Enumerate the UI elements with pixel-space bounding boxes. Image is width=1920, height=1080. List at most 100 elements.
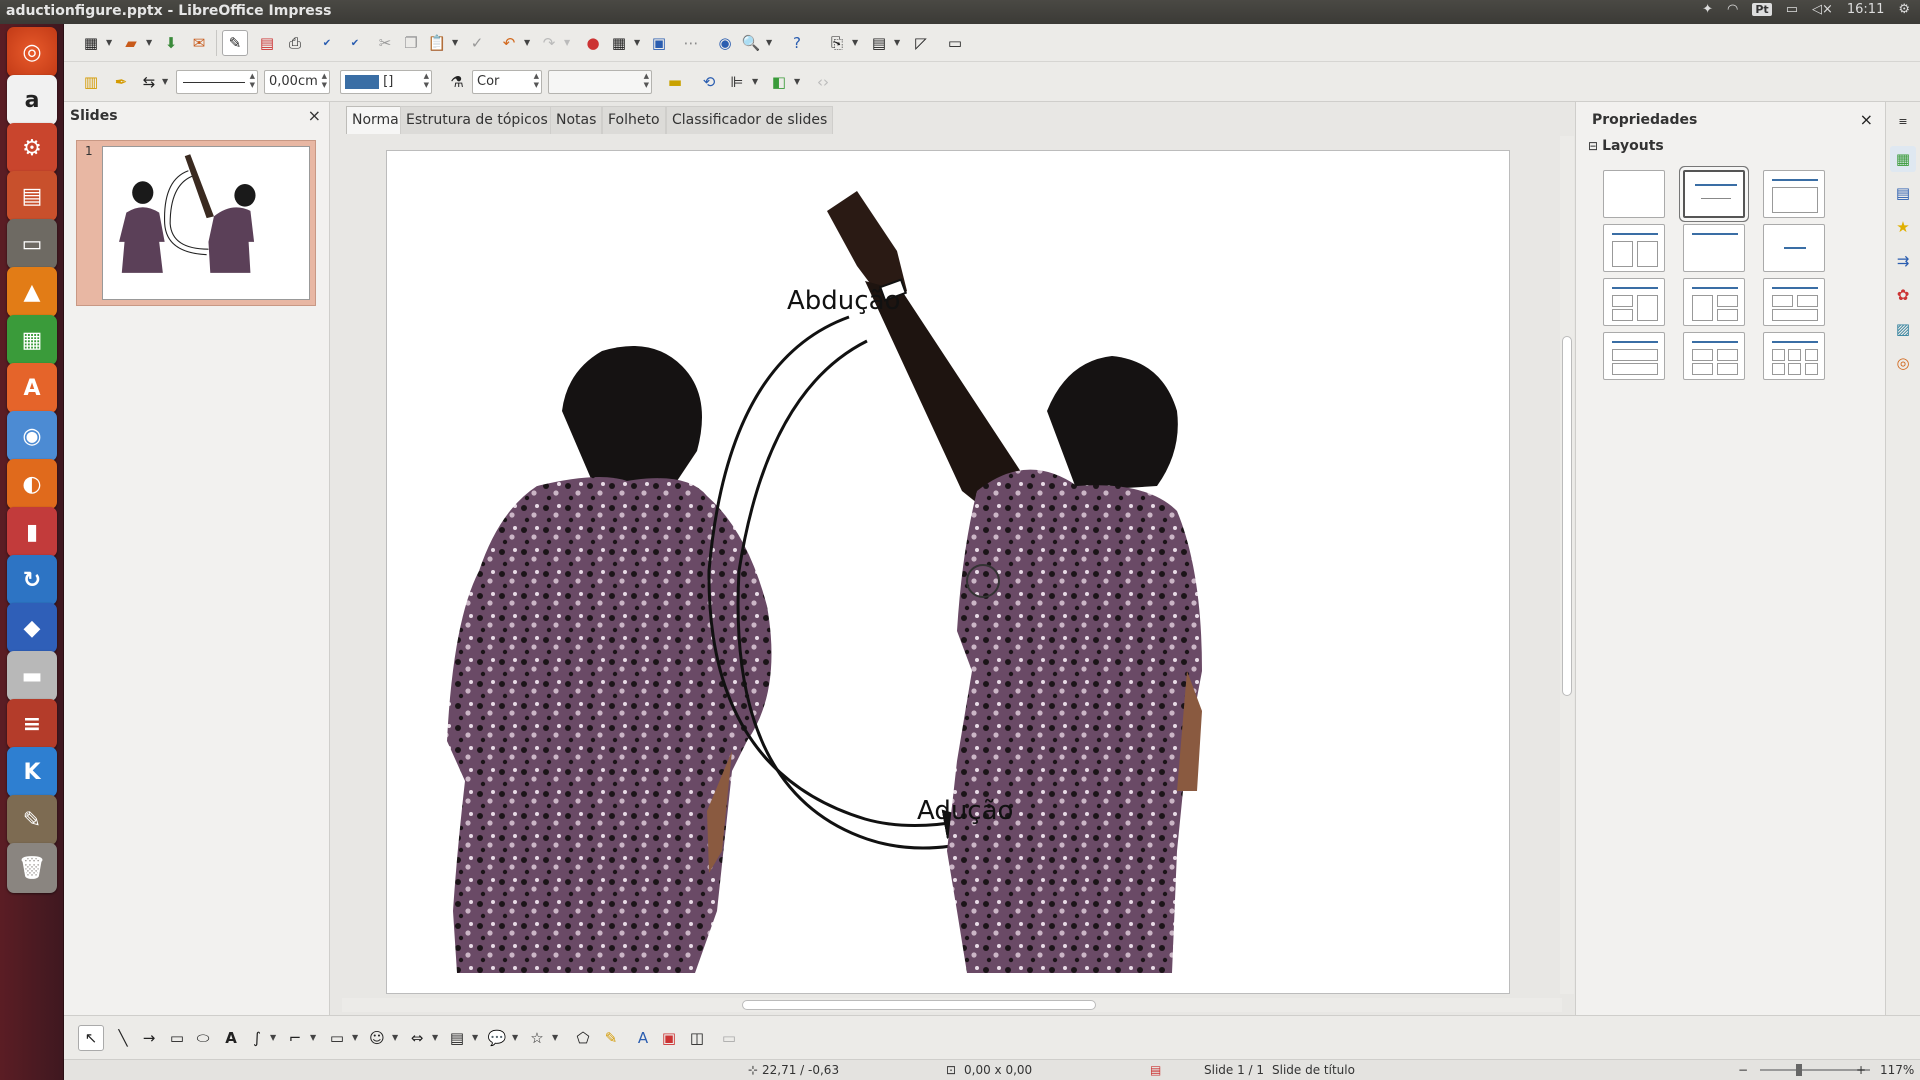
layout-name[interactable]: Slide de título [1272, 1063, 1355, 1077]
points-icon[interactable]: ‹› [810, 69, 836, 95]
autospellcheck-icon[interactable]: ✔ [342, 30, 368, 56]
tab-slide-sorter[interactable]: Classificador de slides [666, 106, 834, 134]
horizontal-scroll-thumb[interactable] [742, 1000, 1096, 1010]
amazon-icon[interactable]: a [7, 75, 57, 125]
flowchart-dropdown[interactable]: ▼ [472, 1033, 478, 1042]
tab-notes[interactable]: Notas [550, 106, 603, 134]
paste-icon[interactable]: 📋 [424, 30, 450, 56]
slide-dropdown[interactable]: ▼ [852, 38, 858, 47]
export-pdf-icon[interactable]: ▤ [254, 30, 280, 56]
block-arrows-icon[interactable]: ⇔ [404, 1025, 430, 1051]
properties-deck-icon[interactable]: ▦ [1890, 146, 1916, 172]
navigator-deck-icon[interactable]: ◎ [1890, 350, 1916, 376]
zoom-in-icon[interactable]: + [1856, 1063, 1866, 1077]
text-icon[interactable]: A [218, 1025, 244, 1051]
reader-icon[interactable]: ▮ [7, 507, 57, 557]
layout-title-2content-content[interactable] [1603, 278, 1665, 326]
new-dropdown[interactable]: ▼ [106, 38, 112, 47]
zoom-slider[interactable] [1760, 1069, 1870, 1071]
undo-dropdown[interactable]: ▼ [524, 38, 530, 47]
layout-title-4content[interactable] [1683, 332, 1745, 380]
area-fill-select[interactable]: ▲ ▼ [548, 70, 652, 94]
master-slides-deck-icon[interactable]: ▤ [1890, 180, 1916, 206]
ellipse-icon[interactable]: ⬭ [190, 1025, 216, 1051]
close-icon[interactable]: × [1860, 110, 1873, 129]
fontwork-icon[interactable]: A [630, 1025, 656, 1051]
help-icon[interactable]: ? [784, 30, 810, 56]
arrow-line-icon[interactable]: → [136, 1025, 162, 1051]
document-modified-icon[interactable]: ▤ [1150, 1063, 1161, 1077]
rotate-icon[interactable]: ⟲ [696, 69, 722, 95]
callouts-dropdown[interactable]: ▼ [512, 1033, 518, 1042]
glue-points-icon[interactable]: ✎ [598, 1025, 624, 1051]
slide-layout-icon[interactable]: ⎘ [824, 30, 850, 56]
toggle-3d-icon[interactable]: ▭ [716, 1025, 742, 1051]
tab-handout[interactable]: Folheto [602, 106, 666, 134]
clone-formatting-icon[interactable]: ✓ [464, 30, 490, 56]
curve-icon[interactable]: ∫ [244, 1025, 270, 1051]
redo-dropdown[interactable]: ▼ [564, 38, 570, 47]
spellcheck-icon[interactable]: ✔ [314, 30, 340, 56]
align-icon[interactable]: ⊫ [724, 69, 750, 95]
line-width-field[interactable]: 0,00cm ▲ ▼ [264, 70, 330, 94]
slide-canvas[interactable]: Abdução Adução [386, 150, 1510, 994]
vertical-scrollbar[interactable] [1560, 136, 1574, 994]
layout-title-2content-over-content[interactable] [1763, 278, 1825, 326]
layout-blank[interactable] [1603, 170, 1665, 218]
gimp-icon[interactable]: ✎ [7, 795, 57, 845]
system-settings-icon[interactable]: ⚙ [7, 123, 57, 173]
new-icon[interactable]: ▦ [78, 30, 104, 56]
symbol-shapes-icon[interactable]: ☺ [364, 1025, 390, 1051]
arrange-dropdown[interactable]: ▼ [794, 77, 800, 86]
print-icon[interactable]: ⎙ [282, 30, 308, 56]
zoom-slider-handle[interactable] [1796, 1064, 1802, 1076]
layout-title-slide[interactable] [1680, 167, 1748, 221]
paste-dropdown[interactable]: ▼ [452, 38, 458, 47]
line-style-select[interactable]: ▲ ▼ [176, 70, 258, 94]
collapse-icon[interactable]: ⊟ [1588, 139, 1598, 153]
basic-shapes-icon[interactable]: ▭ [324, 1025, 350, 1051]
filezilla-icon[interactable]: ≡ [7, 699, 57, 749]
curve-dropdown[interactable]: ▼ [270, 1033, 276, 1042]
open-icon[interactable]: ▰ [118, 30, 144, 56]
connector-dropdown[interactable]: ▼ [310, 1033, 316, 1042]
settings-gear-icon[interactable]: ⚙ [1898, 2, 1910, 17]
select-icon[interactable]: ↖ [78, 1025, 104, 1051]
slide-thumbnail-1[interactable]: 1 [76, 140, 316, 306]
area-style-select[interactable]: Cor ▲ ▼ [472, 70, 542, 94]
arrow-style-dropdown[interactable]: ▼ [162, 77, 168, 86]
chromium-icon[interactable]: ◉ [7, 411, 57, 461]
keyboard-layout-indicator[interactable]: Pt [1752, 3, 1772, 16]
drive-icon[interactable]: ▬ [7, 651, 57, 701]
symbol-shapes-dropdown[interactable]: ▼ [392, 1033, 398, 1042]
master-slide-icon[interactable]: ◸ [908, 30, 934, 56]
volume-icon[interactable]: ◁× [1812, 2, 1833, 17]
layout-title-only[interactable] [1683, 224, 1745, 272]
app-icon[interactable]: ◆ [7, 603, 57, 653]
block-arrows-dropdown[interactable]: ▼ [432, 1033, 438, 1042]
basic-shapes-dropdown[interactable]: ▼ [352, 1033, 358, 1042]
redo-icon[interactable]: ↷ [536, 30, 562, 56]
align-dropdown[interactable]: ▼ [752, 77, 758, 86]
rectangle-icon[interactable]: ▭ [164, 1025, 190, 1051]
sidebar-menu-icon[interactable]: ≡ [1890, 108, 1916, 134]
save-icon[interactable]: ⬇ [158, 30, 184, 56]
area-icon[interactable]: ⚗ [444, 69, 470, 95]
image-icon[interactable]: ▣ [646, 30, 672, 56]
tab-outline[interactable]: Estrutura de tópicos [400, 106, 554, 134]
undo-icon[interactable]: ↶ [496, 30, 522, 56]
display-views-icon[interactable]: ▤ [866, 30, 892, 56]
layout-centered-text[interactable] [1763, 224, 1825, 272]
points-edit-icon[interactable]: ⬠ [570, 1025, 596, 1051]
line-color-select[interactable]: [] ▲ ▼ [340, 70, 432, 94]
layout-title-content-over-content[interactable] [1603, 332, 1665, 380]
wifi-icon[interactable]: ◠ [1727, 2, 1738, 17]
gallery-deck-icon[interactable]: ▨ [1890, 316, 1916, 342]
kde-icon[interactable]: K [7, 747, 57, 797]
vlc-icon[interactable]: ▲ [7, 267, 57, 317]
flowchart-icon[interactable]: ▤ [444, 1025, 470, 1051]
layouts-section-title[interactable]: ⊟ Layouts [1588, 138, 1664, 154]
transition-deck-icon[interactable]: ⇉ [1890, 248, 1916, 274]
copy-icon[interactable]: ❐ [398, 30, 424, 56]
close-icon[interactable]: × [308, 106, 321, 125]
